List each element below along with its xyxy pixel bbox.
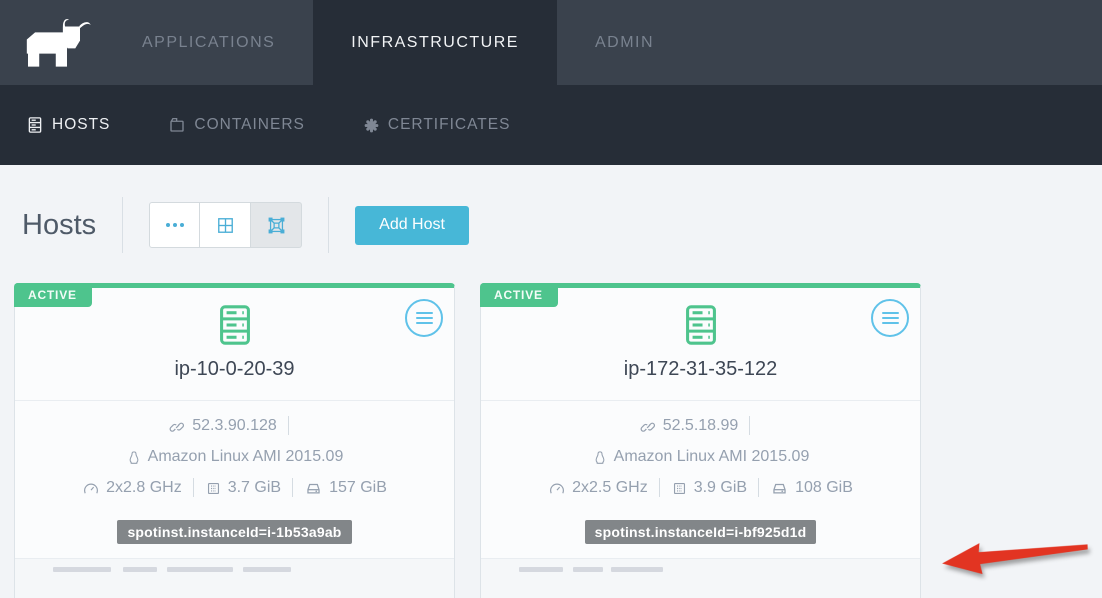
tab-infrastructure[interactable]: INFRASTRUCTURE xyxy=(313,0,557,85)
subnav-label: HOSTS xyxy=(52,116,110,134)
tab-admin[interactable]: ADMIN xyxy=(557,0,692,85)
host-memory: 3.7 GiB xyxy=(228,472,281,503)
host-memory: 3.9 GiB xyxy=(694,472,747,503)
disk-drive-icon xyxy=(770,479,789,498)
divider xyxy=(122,197,123,253)
tab-applications[interactable]: APPLICATIONS xyxy=(104,0,313,85)
list-dots-icon xyxy=(166,223,184,227)
ip-link-icon xyxy=(640,418,657,435)
ip-link-icon xyxy=(169,418,186,435)
host-disk: 157 GiB xyxy=(329,472,387,503)
divider xyxy=(288,416,289,435)
host-card-list: ACTIVE ip-10-0-20-39 xyxy=(14,283,1102,598)
host-disk: 108 GiB xyxy=(795,472,853,503)
rancher-cow-icon xyxy=(16,17,92,69)
host-os: Amazon Linux AMI 2015.09 xyxy=(614,441,810,472)
view-list-button[interactable] xyxy=(149,202,200,248)
host-server-icon xyxy=(678,302,724,348)
card-menu-button[interactable] xyxy=(871,299,909,337)
top-navigation: APPLICATIONS INFRASTRUCTURE ADMIN xyxy=(0,0,1102,85)
divider xyxy=(328,197,329,253)
host-cpu: 2x2.5 GHz xyxy=(572,472,648,503)
page-title: Hosts xyxy=(22,209,96,242)
card-footer-clipped xyxy=(481,558,920,598)
divider xyxy=(749,416,750,435)
divider xyxy=(758,478,759,497)
host-os: Amazon Linux AMI 2015.09 xyxy=(148,441,344,472)
host-card: ACTIVE ip-10-0-20-39 xyxy=(14,283,455,598)
subnav-label: CERTIFICATES xyxy=(388,116,511,134)
view-toggle-group xyxy=(149,202,302,248)
subnav-item-hosts[interactable]: HOSTS xyxy=(26,116,110,134)
host-name[interactable]: ip-172-31-35-122 xyxy=(481,358,920,381)
grid-icon xyxy=(216,216,235,235)
view-screens-button[interactable] xyxy=(251,202,302,248)
certificate-seal-icon xyxy=(363,117,380,134)
host-name[interactable]: ip-10-0-20-39 xyxy=(15,358,454,381)
card-footer-clipped xyxy=(15,558,454,598)
subnav-item-certificates[interactable]: CERTIFICATES xyxy=(363,116,511,134)
hosts-toolbar: Hosts xyxy=(0,165,1102,253)
card-menu-button[interactable] xyxy=(405,299,443,337)
linux-os-icon xyxy=(126,450,142,466)
card-details: 52.3.90.128 Amazon Linux AMI 2015.09 xyxy=(15,401,454,544)
instance-id-label: spotinst.instanceId=i-bf925d1d xyxy=(585,520,817,544)
cpu-gauge-icon xyxy=(548,480,566,498)
rancher-logo[interactable] xyxy=(0,0,104,85)
container-box-icon xyxy=(168,116,186,134)
status-badge: ACTIVE xyxy=(14,283,92,307)
memory-chip-icon xyxy=(205,480,222,497)
host-cpu: 2x2.8 GHz xyxy=(106,472,182,503)
linux-os-icon xyxy=(592,450,608,466)
subnav-item-containers[interactable]: CONTAINERS xyxy=(168,116,304,134)
infrastructure-subnav: HOSTS CONTAINERS CERTIFICATES xyxy=(0,85,1102,165)
card-details: 52.5.18.99 Amazon Linux AMI 2015.09 xyxy=(481,401,920,544)
divider xyxy=(292,478,293,497)
cpu-gauge-icon xyxy=(82,480,100,498)
subnav-label: CONTAINERS xyxy=(194,116,304,134)
screens-icon xyxy=(267,216,286,235)
status-badge: ACTIVE xyxy=(480,283,558,307)
view-grid-button[interactable] xyxy=(200,202,251,248)
hosts-server-icon xyxy=(26,116,44,134)
host-card: ACTIVE ip-172-31-35-122 xyxy=(480,283,921,598)
add-host-button[interactable]: Add Host xyxy=(355,206,469,245)
host-server-icon xyxy=(212,302,258,348)
host-ip: 52.5.18.99 xyxy=(663,410,739,441)
divider xyxy=(193,478,194,497)
host-ip: 52.3.90.128 xyxy=(192,410,277,441)
instance-id-label: spotinst.instanceId=i-1b53a9ab xyxy=(117,520,351,544)
divider xyxy=(659,478,660,497)
disk-drive-icon xyxy=(304,479,323,498)
memory-chip-icon xyxy=(671,480,688,497)
